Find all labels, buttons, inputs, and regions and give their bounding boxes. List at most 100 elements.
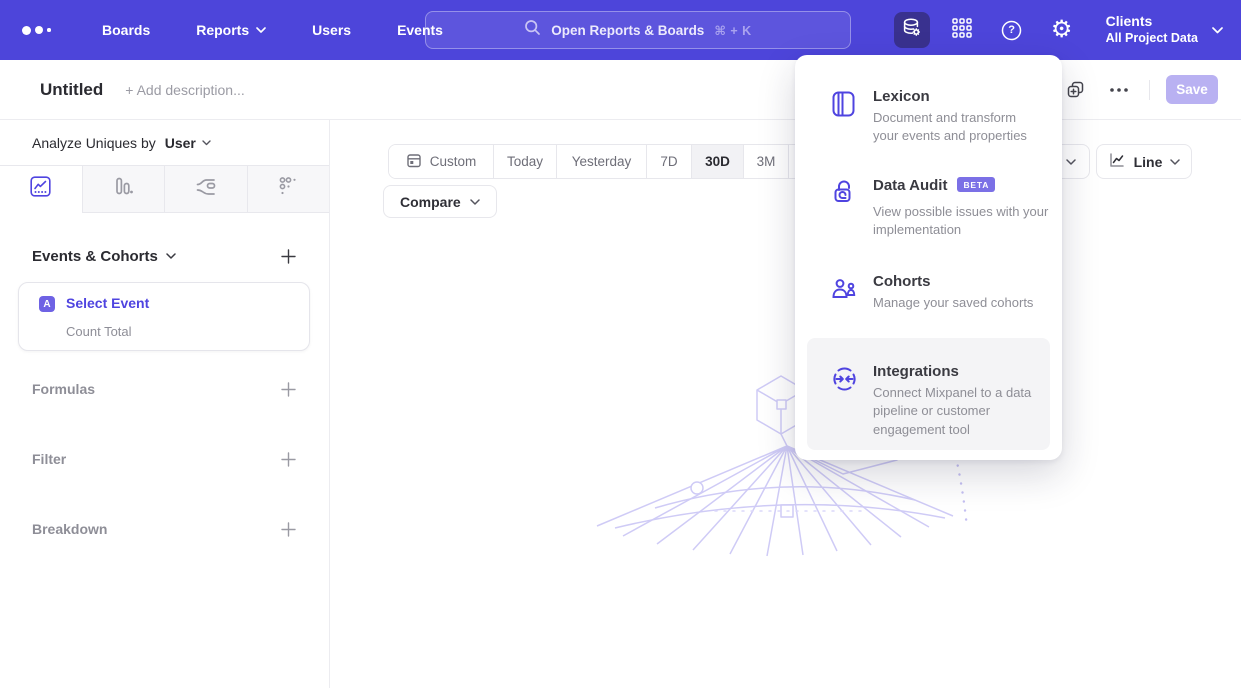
menu-item-cohorts[interactable]: Cohorts Manage your saved cohorts (795, 273, 1062, 312)
nav-item-label: Boards (102, 22, 150, 38)
events-section-toggle[interactable]: Events & Cohorts (32, 248, 176, 265)
data-management-icon (900, 16, 923, 44)
apps-grid-icon (951, 17, 973, 44)
org-name: Clients (1106, 13, 1198, 31)
funnels-tab-icon (112, 175, 135, 203)
project-switcher[interactable]: Clients All Project Data (1106, 13, 1223, 46)
menu-item-description: Manage your saved cohorts (873, 294, 1073, 312)
settings-gear-icon: ⚙ (1051, 18, 1073, 42)
tab-funnels[interactable] (82, 166, 165, 213)
events-section-header: Events & Cohorts (32, 245, 299, 267)
analyze-entity-dropdown[interactable]: User (165, 135, 211, 151)
insights-tab-icon (29, 175, 52, 203)
menu-item-description: View possible issues with your implement… (873, 203, 1065, 240)
apps-grid-button[interactable] (944, 12, 980, 48)
tab-flows[interactable] (164, 166, 247, 213)
header-divider (1149, 80, 1150, 100)
beta-badge: BETA (957, 177, 995, 192)
chevron-down-icon (1066, 159, 1076, 165)
add-breakdown-button[interactable] (277, 518, 299, 540)
menu-item-data-audit[interactable]: Data Audit BETA View possible issues wit… (795, 177, 1062, 240)
report-description-placeholder[interactable]: + Add description... (125, 82, 244, 98)
menu-item-title: Lexicon (873, 88, 1035, 105)
top-navbar: Boards Reports Users Events Open Reports… (0, 0, 1241, 60)
formulas-section-header: Formulas (32, 378, 299, 400)
filter-label: Filter (32, 451, 66, 467)
retention-tab-icon (277, 175, 300, 203)
report-header-actions: Save (1063, 75, 1218, 104)
analyze-label: Analyze Uniques by (32, 135, 156, 151)
navbar-right-group: ? ⚙ Clients All Project Data (894, 0, 1223, 60)
flows-tab-icon (194, 175, 218, 204)
date-range-label: Today (507, 154, 543, 169)
data-audit-icon (831, 179, 858, 240)
compare-button[interactable]: Compare (383, 185, 497, 218)
add-event-button[interactable] (277, 245, 299, 267)
date-range-label: Yesterday (572, 154, 632, 169)
data-management-button[interactable] (894, 12, 930, 48)
report-title[interactable]: Untitled (40, 80, 103, 100)
mixpanel-logo-icon[interactable] (22, 26, 58, 35)
search-shortcut: ⌘ + K (714, 23, 751, 38)
search-placeholder: Open Reports & Boards (551, 23, 704, 38)
select-event-label[interactable]: Select Event (66, 295, 149, 311)
main-nav: Boards Reports Users Events (102, 22, 443, 38)
menu-item-title: Data Audit (873, 177, 947, 194)
chart-type-dropdown[interactable]: Line (1096, 144, 1192, 179)
search-icon (524, 19, 541, 41)
chart-type-tabs (0, 165, 329, 213)
project-name: All Project Data (1106, 31, 1198, 47)
save-button[interactable]: Save (1166, 75, 1218, 104)
mixpanel-insights-app: Boards Reports Users Events Open Reports… (0, 0, 1241, 688)
date-range-yesterday[interactable]: Yesterday (556, 145, 646, 178)
data-management-menu: Lexicon Document and transform your even… (795, 55, 1062, 460)
date-range-today[interactable]: Today (493, 145, 556, 178)
analyze-entity-value: User (165, 135, 196, 151)
add-filter-button[interactable] (277, 448, 299, 470)
date-range-3m[interactable]: 3M (743, 145, 788, 178)
events-section-title: Events & Cohorts (32, 248, 158, 265)
lexicon-icon (831, 90, 858, 146)
event-letter-badge: A (39, 296, 55, 312)
event-aggregation-label[interactable]: Count Total (66, 324, 132, 339)
more-options-button[interactable] (1107, 78, 1131, 102)
date-range-7d[interactable]: 7D (646, 145, 691, 178)
menu-item-description: Document and transform your events and p… (873, 109, 1035, 146)
analyze-uniques-row: Analyze Uniques by User (0, 120, 329, 165)
breakdown-section-header: Breakdown (32, 518, 299, 540)
report-canvas: Custom Today Yesterday 7D 30D 3M 6M 12M … (330, 120, 1241, 688)
line-chart-icon (1108, 151, 1126, 172)
menu-item-integrations[interactable]: Integrations Connect Mixpanel to a data … (807, 338, 1050, 450)
duplicate-report-button[interactable] (1063, 78, 1087, 102)
chevron-down-icon (166, 253, 176, 259)
settings-button[interactable]: ⚙ (1044, 12, 1080, 48)
breakdown-label: Breakdown (32, 521, 107, 537)
nav-item-label: Reports (196, 22, 249, 38)
formulas-label: Formulas (32, 381, 95, 397)
add-formula-button[interactable] (277, 378, 299, 400)
cohorts-icon (831, 275, 858, 312)
query-sidebar: Analyze Uniques by User (0, 120, 330, 688)
nav-item-label: Users (312, 22, 351, 38)
menu-item-title: Integrations (873, 363, 1038, 380)
menu-item-lexicon[interactable]: Lexicon Document and transform your even… (795, 88, 1062, 146)
chevron-down-icon (202, 140, 211, 146)
date-range-30d[interactable]: 30D (691, 145, 743, 178)
nav-item-reports[interactable]: Reports (196, 22, 266, 38)
help-button[interactable]: ? (994, 12, 1030, 48)
compare-label: Compare (400, 194, 461, 210)
menu-item-description: Connect Mixpanel to a data pipeline or c… (873, 384, 1038, 439)
nav-item-boards[interactable]: Boards (102, 22, 150, 38)
integrations-icon (831, 365, 858, 450)
help-icon: ? (1000, 19, 1023, 42)
date-range-label: 3M (757, 154, 776, 169)
event-card[interactable]: A Select Event Count Total (18, 282, 310, 351)
filter-section-header: Filter (32, 448, 299, 470)
nav-item-users[interactable]: Users (312, 22, 351, 38)
tab-retention[interactable] (247, 166, 330, 213)
chevron-down-icon (256, 27, 266, 33)
date-range-custom[interactable]: Custom (389, 145, 493, 178)
global-search-input[interactable]: Open Reports & Boards ⌘ + K (425, 11, 851, 49)
help-glyph: ? (1008, 24, 1015, 36)
tab-insights[interactable] (0, 166, 82, 213)
